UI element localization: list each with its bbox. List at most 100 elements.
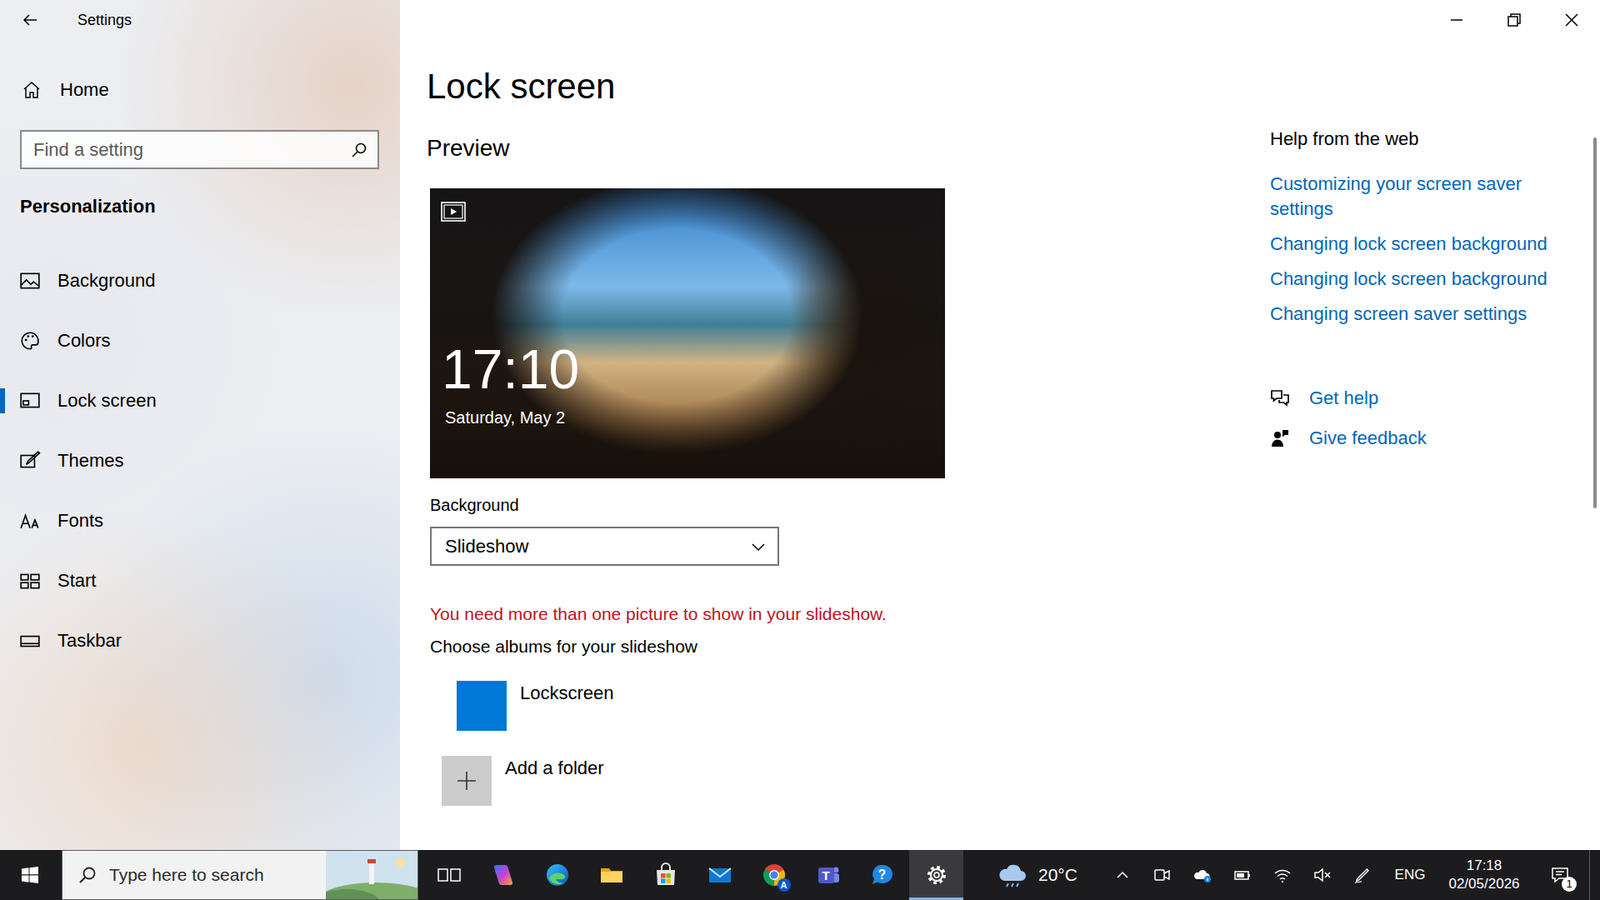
scrollbar[interactable] [1593, 137, 1597, 509]
minimize-button[interactable] [1427, 0, 1485, 40]
sidebar-item[interactable]: Colors [0, 310, 400, 371]
lock-screen-preview: 17:10 Saturday, May 2 [430, 188, 945, 479]
onedrive-icon [1192, 865, 1213, 885]
sidebar-item[interactable]: Taskbar [0, 610, 400, 671]
settings-search-input[interactable] [33, 139, 345, 161]
picture-icon [19, 270, 41, 292]
start-button[interactable] [0, 850, 60, 900]
minimize-icon [1450, 13, 1464, 27]
taskbar-app[interactable]: T [800, 850, 855, 900]
taskbar-apps: A T? [421, 850, 964, 900]
home-label: Home [60, 79, 110, 101]
taskbar-app[interactable]: A [746, 850, 801, 900]
plus-icon [455, 770, 478, 792]
tray-item[interactable] [1102, 850, 1143, 900]
edge-icon [544, 861, 571, 889]
language-indicator[interactable]: ENG [1382, 850, 1438, 900]
albums-heading: Choose albums for your slideshow [430, 635, 1270, 659]
sidebar-item[interactable]: Start [0, 550, 400, 611]
add-folder-button[interactable]: Add a folder [441, 755, 1270, 806]
pen-icon [1352, 865, 1373, 885]
close-button[interactable] [1542, 0, 1600, 40]
restore-icon [1507, 13, 1521, 27]
taskbar-app[interactable] [421, 850, 476, 900]
themes-icon [19, 450, 41, 472]
tray-item[interactable] [1182, 850, 1223, 900]
help-action-label: Give feedback [1309, 425, 1427, 451]
taskbar-app[interactable] [692, 850, 747, 900]
taskbar-app[interactable] [638, 850, 693, 900]
tray-item[interactable] [1302, 850, 1343, 900]
help-action[interactable]: Get help [1270, 385, 1580, 411]
taskbar-app[interactable] [530, 850, 585, 900]
slideshow-icon [440, 201, 466, 222]
copilot-icon [490, 861, 517, 889]
page-content: Lock screenPreview17:10Saturday, May 2Ba… [400, 40, 1270, 850]
home-link[interactable]: Home [0, 70, 400, 110]
show-desktop[interactable] [1589, 850, 1600, 900]
taskbar: A T? 20°C ENG17:1802/05/2026 1 [0, 850, 1600, 900]
profile-badge: A [777, 878, 791, 892]
album-label: Lockscreen [520, 680, 615, 705]
restore-button[interactable] [1485, 0, 1543, 40]
battery-icon [1232, 865, 1253, 885]
sidebar-item[interactable]: Lock screen [0, 370, 400, 431]
tray-item[interactable] [1262, 850, 1303, 900]
sidebar-item[interactable]: Background [0, 250, 400, 311]
taskbar-app[interactable]: ? [855, 850, 910, 900]
notification-button[interactable]: 1 [1530, 850, 1590, 900]
preview-heading: Preview [426, 133, 1270, 164]
weather-widget[interactable]: 20°C [963, 850, 1090, 900]
taskbar-app[interactable] [584, 850, 639, 900]
taskbar-search-input[interactable] [109, 865, 326, 885]
page-title: Lock screen [426, 65, 1270, 109]
notification-icon: 1 [1550, 865, 1570, 885]
help-link[interactable]: Changing screen saver settings [1270, 301, 1580, 327]
preview-time: 17:10 [441, 340, 580, 399]
taskbar-app[interactable] [475, 850, 530, 900]
sidebar-item[interactable]: Themes [0, 430, 400, 491]
sidebar-item-label: Themes [57, 450, 124, 472]
clock[interactable]: 17:1802/05/2026 [1437, 850, 1531, 900]
help-actions: Get help Give feedback [1270, 385, 1580, 451]
sidebar-item-label: Start [57, 570, 96, 592]
search-icon [77, 865, 98, 885]
home-icon [21, 80, 42, 100]
tray-item[interactable] [1222, 850, 1263, 900]
album-item[interactable]: Lockscreen [441, 680, 1270, 731]
help-links: Customizing your screen saver settings Ch… [1270, 171, 1580, 327]
help-icon: ? [869, 861, 896, 889]
mail-icon [706, 861, 734, 889]
help-heading: Help from the web [1270, 127, 1580, 151]
settings-search[interactable] [20, 130, 380, 170]
sidebar-item[interactable]: Fonts [0, 490, 400, 551]
help-panel: Help from the web Customizing your screen… [1270, 40, 1580, 850]
sidebar-item-label: Lock screen [57, 390, 157, 412]
add-tile [441, 755, 492, 806]
tray-item[interactable] [1342, 850, 1383, 900]
taskbar-search[interactable] [61, 850, 419, 900]
preview-date: Saturday, May 2 [441, 406, 580, 429]
window-controls [400, 0, 1600, 40]
fonts-icon [19, 510, 41, 532]
windows-logo-icon [20, 865, 40, 885]
album-list: Lockscreen Add a folder [426, 680, 1270, 806]
back-arrow-icon [21, 11, 39, 29]
chevron-icon [1112, 865, 1133, 885]
taskview-icon [435, 861, 463, 889]
back-button[interactable] [0, 0, 60, 40]
app-glyph: T [818, 867, 835, 884]
close-icon [1565, 13, 1579, 27]
help-link[interactable]: Customizing your screen saver settings [1270, 171, 1580, 222]
palette-icon [19, 330, 41, 352]
background-dropdown[interactable]: Slideshow [430, 526, 780, 566]
help-link[interactable]: Changing lock screen background [1270, 231, 1580, 257]
help-action[interactable]: Give feedback [1270, 425, 1580, 451]
taskbar-app[interactable] [909, 850, 964, 900]
search-icon [350, 141, 368, 159]
sidebar-item-label: Colors [57, 330, 111, 352]
help-link[interactable]: Changing lock screen background [1270, 266, 1580, 292]
store-icon [652, 861, 680, 889]
tray-item[interactable] [1142, 850, 1183, 900]
section-heading: Personalization [0, 195, 400, 219]
